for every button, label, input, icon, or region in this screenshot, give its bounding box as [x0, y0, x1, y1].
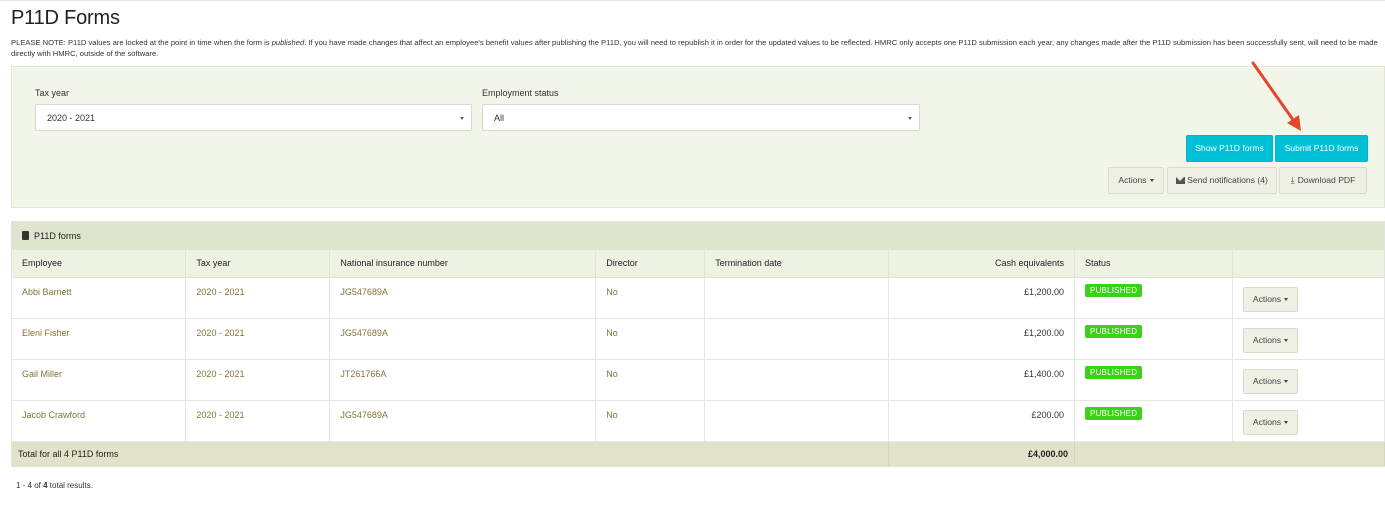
termination-date-cell: [704, 277, 890, 319]
page-note: PLEASE NOTE: P11D values are locked at t…: [11, 37, 1383, 59]
total-label: Total for all 4 P11D forms: [12, 441, 890, 466]
tax-year-cell[interactable]: 2020 - 2021: [185, 318, 331, 360]
note-prefix: PLEASE NOTE: P11D values are locked at t…: [11, 38, 272, 47]
tax-year-cell[interactable]: 2020 - 2021: [185, 359, 331, 401]
note-emphasis: published: [271, 38, 305, 47]
director-cell[interactable]: No: [595, 318, 706, 360]
total-filler: [1074, 441, 1385, 466]
cash-equivalents-cell: £1,200.00: [888, 277, 1076, 319]
col-actions: [1232, 250, 1385, 278]
tax-year-select[interactable]: 2020 - 2021: [35, 104, 472, 131]
filter-panel: Tax year 2020 - 2021 Employment status A…: [11, 66, 1385, 208]
employment-status-label: Employment status: [482, 88, 559, 98]
row-actions-button[interactable]: Actions: [1242, 368, 1298, 394]
results-suffix: total results.: [47, 481, 93, 490]
status-badge: PUBLISHED: [1085, 365, 1143, 379]
download-pdf-label: Download PDF: [1297, 175, 1356, 185]
row-actions-label: Actions: [1252, 416, 1282, 427]
status-badge: PUBLISHED: [1085, 324, 1143, 338]
annotation-arrow: [1251, 61, 1301, 131]
table-row: Jacob Crawford 2020 - 2021 JG547689A No …: [12, 400, 1385, 442]
row-actions-button[interactable]: Actions: [1242, 286, 1298, 312]
send-notifications-button[interactable]: Send notifications (4): [1167, 167, 1277, 194]
chevron-down-icon: [460, 117, 464, 120]
table-row: Eleni Fisher 2020 - 2021 JG547689A No £1…: [12, 318, 1385, 360]
employment-status-value: All: [494, 113, 505, 123]
employment-status-select[interactable]: All: [482, 104, 920, 131]
envelope-icon: [1176, 177, 1186, 184]
row-actions-cell: Actions: [1232, 400, 1385, 442]
actions-button[interactable]: Actions: [1108, 167, 1164, 194]
row-actions-cell: Actions: [1232, 359, 1385, 401]
row-actions-label: Actions: [1252, 375, 1282, 386]
table-row: Abbi Barnett 2020 - 2021 JG547689A No £1…: [12, 277, 1385, 319]
results-summary: 1 - 4 of 4 total results.: [16, 481, 93, 490]
termination-date-cell: [704, 318, 890, 360]
caret-down-icon: [1149, 179, 1154, 183]
col-cash-equivalents[interactable]: Cash equivalents: [888, 250, 1076, 278]
submit-p11d-forms-button[interactable]: Submit P11D forms: [1275, 135, 1368, 162]
col-status[interactable]: Status: [1074, 250, 1233, 278]
tax-year-label: Tax year: [35, 88, 70, 98]
cash-equivalents-cell: £1,400.00: [888, 359, 1076, 401]
col-termination-date[interactable]: Termination date: [704, 250, 890, 278]
top-border: [0, 0, 1385, 1]
row-actions-label: Actions: [1252, 334, 1282, 345]
row-actions-label: Actions: [1252, 293, 1282, 304]
total-value: £4,000.00: [888, 441, 1076, 466]
col-employee[interactable]: Employee: [12, 250, 187, 278]
table-row: Gail Miller 2020 - 2021 JT261766A No £1,…: [12, 359, 1385, 401]
director-cell[interactable]: No: [595, 277, 706, 319]
col-ni-number[interactable]: National insurance number: [329, 250, 597, 278]
send-notifications-label: Send notifications (4): [1187, 175, 1268, 185]
ni-number-cell[interactable]: JG547689A: [329, 400, 597, 442]
p11d-forms-table: Employee Tax year National insurance num…: [12, 250, 1385, 466]
show-p11d-forms-button[interactable]: Show P11D forms: [1186, 135, 1273, 162]
chevron-down-icon: [908, 117, 912, 120]
employee-link[interactable]: Gail Miller: [12, 359, 187, 401]
caret-down-icon: [1284, 338, 1289, 342]
row-actions-button[interactable]: Actions: [1242, 327, 1298, 353]
row-actions-cell: Actions: [1232, 277, 1385, 319]
director-cell[interactable]: No: [595, 400, 706, 442]
termination-date-cell: [704, 400, 890, 442]
ni-number-cell[interactable]: JG547689A: [329, 277, 597, 319]
col-director[interactable]: Director: [595, 250, 706, 278]
caret-down-icon: [1284, 379, 1289, 383]
termination-date-cell: [704, 359, 890, 401]
document-icon: [22, 231, 29, 240]
status-cell: PUBLISHED: [1074, 359, 1233, 401]
status-badge: PUBLISHED: [1085, 406, 1143, 420]
status-cell: PUBLISHED: [1074, 277, 1233, 319]
tax-year-cell[interactable]: 2020 - 2021: [185, 400, 331, 442]
table-header-row: Employee Tax year National insurance num…: [12, 250, 1385, 278]
tax-year-cell[interactable]: 2020 - 2021: [185, 277, 331, 319]
cash-equivalents-cell: £200.00: [888, 400, 1076, 442]
row-actions-cell: Actions: [1232, 318, 1385, 360]
col-tax-year[interactable]: Tax year: [185, 250, 331, 278]
status-badge: PUBLISHED: [1085, 283, 1143, 297]
director-cell[interactable]: No: [595, 359, 706, 401]
ni-number-cell[interactable]: JT261766A: [329, 359, 597, 401]
download-icon: ⤓: [1290, 175, 1295, 185]
cash-equivalents-cell: £1,200.00: [888, 318, 1076, 360]
panel-title: P11D forms: [34, 231, 81, 241]
status-cell: PUBLISHED: [1074, 400, 1233, 442]
page-title: P11D Forms: [11, 7, 120, 29]
employee-link[interactable]: Jacob Crawford: [12, 400, 187, 442]
total-row: Total for all 4 P11D forms £4,000.00: [12, 441, 1385, 466]
tax-year-value: 2020 - 2021: [47, 113, 96, 123]
row-actions-button[interactable]: Actions: [1242, 409, 1298, 435]
results-prefix: 1 - 4 of: [16, 481, 44, 490]
status-cell: PUBLISHED: [1074, 318, 1233, 360]
download-pdf-button[interactable]: ⤓ Download PDF: [1279, 167, 1367, 194]
employee-link[interactable]: Abbi Barnett: [12, 277, 187, 319]
actions-label: Actions: [1118, 175, 1147, 185]
panel-header: P11D forms: [12, 222, 1384, 250]
caret-down-icon: [1284, 297, 1289, 301]
caret-down-icon: [1284, 420, 1289, 424]
p11d-forms-panel: P11D forms Employee Tax year National in…: [11, 221, 1385, 467]
employee-link[interactable]: Eleni Fisher: [12, 318, 187, 360]
ni-number-cell[interactable]: JG547689A: [329, 318, 597, 360]
